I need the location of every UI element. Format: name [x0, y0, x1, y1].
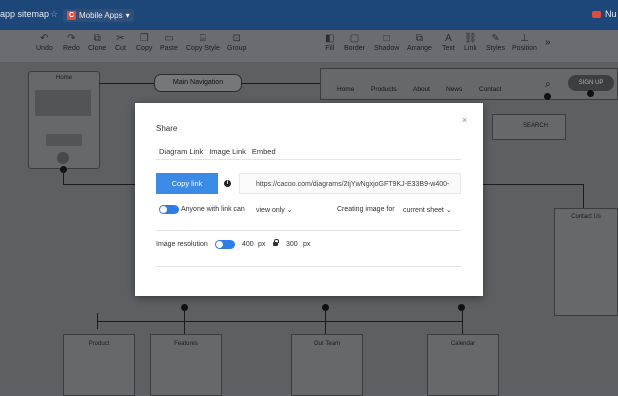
- features-page-shape[interactable]: Features: [150, 334, 222, 396]
- resolution-label: Image resolution: [156, 241, 208, 248]
- search-icon: ⌕: [545, 79, 551, 90]
- access-dropdown[interactable]: view only ⌄: [256, 206, 293, 214]
- position-icon: ⊥: [520, 33, 529, 44]
- undo-icon: ↶: [40, 33, 49, 44]
- access-label: Anyone with link can: [181, 206, 245, 213]
- nav-about: About: [413, 86, 430, 93]
- search-box-shape[interactable]: SEARCH: [492, 114, 566, 140]
- sign-up-mock: SIGN UP: [568, 75, 614, 91]
- arrange-icon: ⧉: [415, 33, 424, 44]
- fill-button[interactable]: ◧ Fill: [325, 32, 334, 52]
- cut-icon: ✂: [116, 33, 125, 44]
- divider: [156, 159, 461, 160]
- nav-contact: Contact: [479, 86, 502, 93]
- width-unit: px: [258, 241, 266, 248]
- divider: [156, 230, 461, 231]
- main-navigation-node[interactable]: Main Navigation: [154, 74, 242, 92]
- position-button[interactable]: ⊥ Position: [512, 32, 537, 52]
- sheet-dropdown[interactable]: current sheet ⌄: [403, 206, 452, 214]
- divider: [156, 266, 461, 267]
- close-icon[interactable]: ×: [462, 115, 467, 125]
- chevron-down-icon: ▾: [125, 11, 130, 20]
- undo-button[interactable]: ↶ Undo: [36, 32, 53, 52]
- styles-icon: ✎: [491, 33, 500, 44]
- width-value[interactable]: 400: [242, 241, 254, 248]
- clone-icon: ⧉: [93, 33, 101, 44]
- toolbar: ↶ Undo ↷ Redo ⧉ Clone ✂ Cut ❐ Copy ▭ Paste ⌸ Co…: [0, 30, 618, 62]
- paste-icon: ▭: [164, 33, 174, 44]
- navigation-bar-shape[interactable]: Home Products About News Contact ⌕ SIGN …: [320, 68, 618, 100]
- home-page-shape[interactable]: Home: [28, 71, 100, 169]
- redo-button[interactable]: ↷ Redo: [63, 32, 80, 52]
- chevron-down-icon: ⌄: [286, 207, 293, 214]
- nav-home: Home: [337, 86, 355, 93]
- copy-icon: ❐: [139, 33, 149, 44]
- share-dialog: Share × Diagram Link Image Link Embed Co…: [135, 103, 483, 296]
- copy-style-button[interactable]: ⌸ Copy Style: [186, 32, 220, 52]
- link-button[interactable]: ⛓ Link: [464, 32, 477, 52]
- group-button[interactable]: ⊡ Group: [227, 32, 246, 52]
- folder-badge: C: [67, 11, 76, 20]
- redo-icon: ↷: [67, 33, 76, 44]
- copy-style-icon: ⌸: [199, 33, 206, 44]
- image-url-field[interactable]: https://cacoo.com/diagrams/2tjYwNgxjoGFT…: [239, 173, 461, 194]
- text-icon: A: [445, 33, 452, 44]
- more-tools-icon[interactable]: »: [545, 37, 551, 48]
- nav-products: Products: [371, 86, 397, 93]
- copy-link-button[interactable]: Copy link: [156, 173, 218, 194]
- cut-button[interactable]: ✂ Cut: [115, 32, 126, 52]
- resolution-toggle[interactable]: [215, 240, 235, 249]
- star-icon[interactable]: ☆: [50, 9, 58, 20]
- text-button[interactable]: A Text: [442, 32, 455, 52]
- home-page-label: Home: [55, 75, 72, 81]
- border-button[interactable]: ▢ Border: [344, 32, 365, 52]
- calendar-page-shape[interactable]: Calendar: [427, 334, 499, 396]
- height-unit: px: [303, 241, 311, 248]
- styles-button[interactable]: ✎ Styles: [486, 32, 505, 52]
- link-icon: ⛓: [464, 33, 477, 44]
- folder-selector[interactable]: C Mobile Apps ▾: [63, 9, 134, 22]
- folder-name: Mobile Apps: [79, 11, 123, 20]
- user-name[interactable]: Nu: [605, 9, 617, 19]
- height-value[interactable]: 300: [286, 241, 298, 248]
- border-icon: ▢: [349, 33, 360, 44]
- contact-us-page-shape[interactable]: Contact Us: [554, 208, 618, 316]
- title-bar: app sitemap ☆ C Mobile Apps ▾ Nu: [0, 0, 618, 30]
- shadow-icon: □: [383, 33, 390, 44]
- dialog-title: Share: [156, 124, 178, 133]
- info-icon[interactable]: i: [224, 180, 231, 187]
- document-title[interactable]: app sitemap: [0, 9, 49, 19]
- lock-icon[interactable]: [273, 239, 279, 246]
- arrange-button[interactable]: ⧉ Arrange: [407, 32, 432, 52]
- shadow-button[interactable]: □ Shadow: [374, 32, 399, 52]
- copy-button[interactable]: ❐ Copy: [136, 32, 152, 52]
- anyone-with-link-toggle[interactable]: [159, 205, 179, 214]
- our-team-page-shape[interactable]: Our Team: [291, 334, 363, 396]
- nav-news: News: [446, 86, 463, 93]
- fill-icon: ◧: [325, 33, 335, 44]
- product-page-shape[interactable]: Product: [63, 334, 135, 396]
- clone-button[interactable]: ⧉ Clone: [88, 32, 106, 52]
- chevron-down-icon: ⌄: [445, 207, 452, 214]
- user-logo-icon: [592, 11, 601, 18]
- paste-button[interactable]: ▭ Paste: [160, 32, 178, 52]
- group-icon: ⊡: [232, 33, 241, 44]
- creating-image-label: Creating image for: [337, 206, 395, 213]
